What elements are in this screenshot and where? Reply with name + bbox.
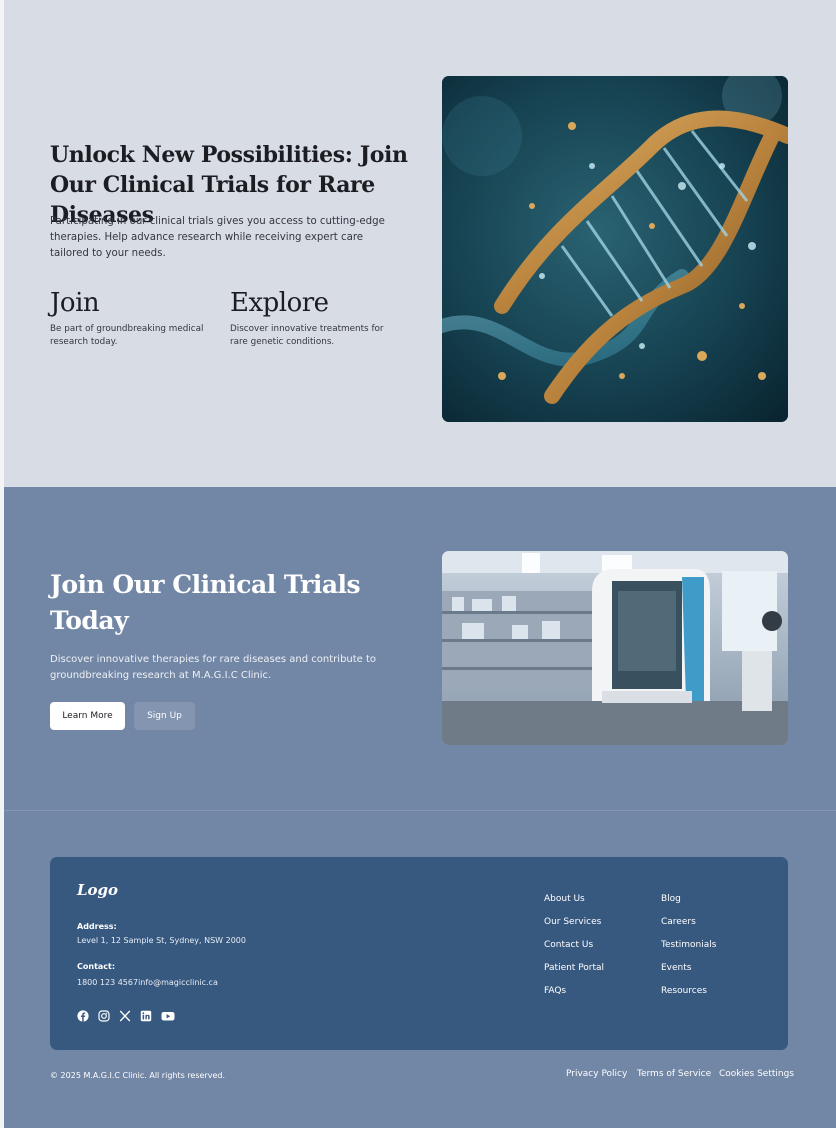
x-icon[interactable] xyxy=(119,1007,131,1022)
linkedin-icon[interactable] xyxy=(140,1007,152,1022)
instagram-icon[interactable] xyxy=(98,1007,110,1022)
feature-join-text: Be part of groundbreaking medical resear… xyxy=(50,324,204,347)
cta-title: Join Our Clinical Trials Today xyxy=(50,570,361,635)
feature-join: Join Be part of groundbreaking medical r… xyxy=(50,286,220,349)
footer-link-resources[interactable]: Resources xyxy=(661,980,716,1003)
address-text: Level 1, 12 Sample St, Sydney, NSW 2000 xyxy=(77,936,246,945)
feature-explore: Explore Discover innovative treatments f… xyxy=(230,286,400,349)
terms-of-service-link[interactable]: Terms of Service xyxy=(637,1069,711,1079)
cookies-settings-link[interactable]: Cookies Settings xyxy=(719,1069,794,1079)
youtube-icon[interactable] xyxy=(161,1007,175,1021)
feature-explore-text: Discover innovative treatments for rare … xyxy=(230,324,384,347)
footer-links-col-2: Blog Careers Testimonials Events Resourc… xyxy=(661,888,716,1003)
footer-link-faqs[interactable]: FAQs xyxy=(544,980,604,1003)
dna-illustration xyxy=(442,76,788,422)
footer-logo[interactable]: Logo xyxy=(77,881,118,899)
footer-card: Logo Address: Level 1, 12 Sample St, Syd… xyxy=(50,857,788,1050)
address-label: Address: xyxy=(77,922,117,931)
footer-link-about[interactable]: About Us xyxy=(544,888,604,911)
privacy-policy-link[interactable]: Privacy Policy xyxy=(566,1069,627,1079)
footer-link-careers[interactable]: Careers xyxy=(661,911,716,934)
lab-illustration xyxy=(442,551,788,745)
cta-description: Discover innovative therapies for rare d… xyxy=(50,654,377,681)
footer-link-services[interactable]: Our Services xyxy=(544,911,604,934)
learn-more-button[interactable]: Learn More xyxy=(50,702,125,730)
footer-link-contact[interactable]: Contact Us xyxy=(544,934,604,957)
footer-links-col-1: About Us Our Services Contact Us Patient… xyxy=(544,888,604,1003)
hero-description: Participating in our clinical trials giv… xyxy=(50,216,385,259)
footer-link-testimonials[interactable]: Testimonials xyxy=(661,934,716,957)
page: Unlock New Possibilities: Join Our Clini… xyxy=(0,0,836,1128)
lab-image xyxy=(442,551,788,745)
footer-link-events[interactable]: Events xyxy=(661,957,716,980)
footer-link-patient-portal[interactable]: Patient Portal xyxy=(544,957,604,980)
sign-up-button[interactable]: Sign Up xyxy=(134,702,195,730)
cta-section: Join Our Clinical Trials Today Discover … xyxy=(4,487,836,810)
feature-join-title: Join xyxy=(50,288,100,318)
facebook-icon[interactable] xyxy=(77,1007,89,1022)
social-links xyxy=(77,1007,175,1022)
feature-explore-title: Explore xyxy=(230,288,329,318)
footer-link-blog[interactable]: Blog xyxy=(661,888,716,911)
footer: Logo Address: Level 1, 12 Sample St, Syd… xyxy=(4,810,836,1128)
contact-text: 1800 123 4567info@magicclinic.ca xyxy=(77,978,218,987)
hero-section: Unlock New Possibilities: Join Our Clini… xyxy=(4,0,836,487)
copyright-text: © 2025 M.A.G.I.C Clinic. All rights rese… xyxy=(50,1071,226,1080)
dna-image xyxy=(442,76,788,422)
contact-label: Contact: xyxy=(77,962,116,971)
